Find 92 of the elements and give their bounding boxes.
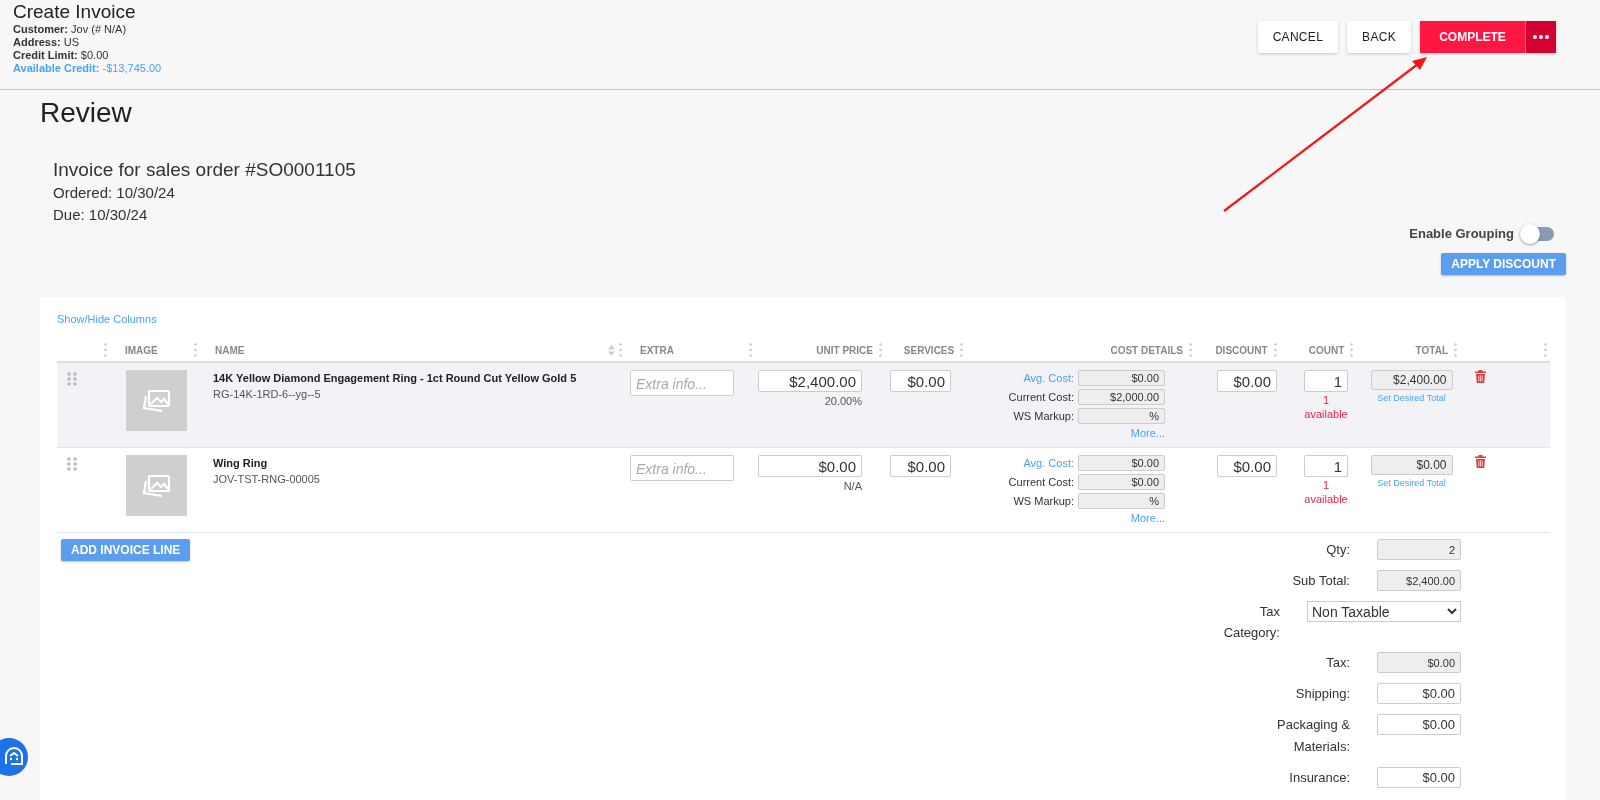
summary-value-field[interactable]: $0.00 bbox=[1377, 652, 1461, 673]
customer-detail: Customer: Jov (# N/A) bbox=[13, 23, 128, 36]
summary-value-field[interactable]: $2,400.00 bbox=[1377, 570, 1461, 591]
summary-input-field[interactable]: $0.00 bbox=[1377, 767, 1461, 788]
section-title: Review bbox=[40, 96, 133, 130]
column-menu-icon[interactable] bbox=[1273, 343, 1277, 357]
services-field[interactable]: $0.00 bbox=[890, 370, 951, 392]
cost-label: WS Markup: bbox=[1012, 495, 1074, 507]
summary-input-field[interactable]: $0.00 bbox=[1377, 714, 1461, 735]
summary-label: Shipping: bbox=[1294, 685, 1350, 703]
page-title: Create Invoice bbox=[13, 1, 137, 23]
column-header: IMAGE bbox=[125, 344, 158, 356]
cost-label: WS Markup: bbox=[1012, 410, 1074, 422]
order-heading: Invoice for sales order #SO0001105 bbox=[53, 158, 356, 182]
image-icon bbox=[141, 387, 172, 414]
count-field[interactable]: 1 bbox=[1304, 370, 1348, 392]
customer-detail: Credit Limit: $0.00 bbox=[13, 49, 110, 62]
summary-label: Sub Total: bbox=[1291, 572, 1350, 590]
summary-label: Insurance: bbox=[1288, 769, 1350, 787]
availability-label: available bbox=[1304, 493, 1348, 505]
extra-info-field[interactable]: Extra info... bbox=[630, 455, 734, 481]
cost-value-field[interactable]: $2,000.00 bbox=[1078, 389, 1165, 405]
count-field[interactable]: 1 bbox=[1304, 455, 1348, 477]
margin-text: N/A bbox=[843, 480, 862, 492]
header-button[interactable]: BACK bbox=[1347, 21, 1411, 53]
column-header: SERVICES bbox=[903, 344, 955, 356]
cost-label: Current Cost: bbox=[1007, 476, 1074, 488]
grouping-toggle[interactable] bbox=[1522, 226, 1554, 241]
discount-field[interactable]: $0.00 bbox=[1217, 370, 1277, 392]
column-menu-icon[interactable] bbox=[1544, 343, 1547, 357]
availability-count: 1 bbox=[1322, 393, 1330, 408]
column-menu-icon[interactable] bbox=[749, 343, 752, 357]
column-menu-icon[interactable] bbox=[879, 343, 882, 357]
unit-price-field[interactable]: $2,400.00 bbox=[758, 370, 862, 392]
services-field[interactable]: $0.00 bbox=[890, 455, 951, 477]
column-header: COST DETAILS bbox=[1110, 344, 1183, 356]
column-header: COUNT bbox=[1308, 344, 1345, 356]
invoice-line-row[interactable] bbox=[57, 363, 1550, 448]
column-menu-icon[interactable] bbox=[194, 343, 197, 357]
more-options-button[interactable] bbox=[1526, 21, 1556, 53]
cost-value-field[interactable]: $0.00 bbox=[1078, 474, 1165, 490]
sort-icon[interactable] bbox=[608, 344, 615, 356]
total-field[interactable]: $0.00 bbox=[1370, 455, 1453, 475]
summary-label: Qty: bbox=[1325, 541, 1350, 559]
column-menu-icon[interactable] bbox=[619, 343, 622, 357]
drag-handle-icon[interactable] bbox=[67, 457, 77, 471]
help-chat-button[interactable] bbox=[0, 738, 28, 776]
column-header: UNIT PRICE bbox=[816, 344, 873, 356]
extra-info-field[interactable]: Extra info... bbox=[630, 370, 734, 396]
cost-value-field[interactable]: % bbox=[1078, 493, 1165, 509]
cost-value-field[interactable]: $0.00 bbox=[1078, 455, 1165, 471]
unit-price-field[interactable]: $0.00 bbox=[758, 455, 862, 477]
summary-label: Tax: bbox=[1325, 654, 1350, 672]
summary-input-field[interactable]: $0.00 bbox=[1377, 683, 1461, 704]
margin-text: 20.00% bbox=[824, 395, 862, 407]
total-field[interactable]: $2,400.00 bbox=[1370, 370, 1453, 390]
discount-field[interactable]: $0.00 bbox=[1217, 455, 1277, 477]
header-button[interactable]: CANCEL bbox=[1257, 21, 1339, 53]
column-header: NAME bbox=[215, 344, 245, 356]
headset-icon bbox=[3, 746, 25, 768]
complete-button[interactable]: COMPLETE bbox=[1420, 21, 1526, 53]
column-menu-icon[interactable] bbox=[1454, 343, 1457, 357]
due-date: Due: 10/30/24 bbox=[53, 205, 148, 225]
item-name: 14K Yellow Diamond Engagement Ring - 1ct Round Cut Yellow Gold 5 bbox=[213, 372, 577, 384]
column-menu-icon[interactable] bbox=[1189, 343, 1192, 357]
grouping-label: Enable Grouping bbox=[1409, 226, 1514, 241]
summary-label: Tax Category: bbox=[1222, 603, 1280, 642]
drag-handle-icon[interactable] bbox=[67, 372, 77, 386]
column-menu-icon[interactable] bbox=[104, 343, 107, 357]
item-sku: JOV-TST-RNG-00005 bbox=[213, 473, 320, 485]
cost-value-field[interactable]: % bbox=[1078, 408, 1165, 424]
column-menu-icon[interactable] bbox=[1350, 343, 1354, 357]
cost-label: Current Cost: bbox=[1007, 391, 1074, 403]
more-icon bbox=[1533, 35, 1549, 39]
summary-label: Packaging & Materials: bbox=[1276, 716, 1350, 756]
column-menu-icon[interactable] bbox=[960, 343, 964, 357]
customer-detail: Available Credit: -$13,745.00 bbox=[13, 62, 162, 75]
delete-icon[interactable] bbox=[1475, 370, 1486, 383]
image-icon bbox=[141, 472, 172, 499]
item-name: Wing Ring bbox=[213, 457, 268, 469]
customer-detail: Address: US bbox=[13, 36, 81, 49]
availability-label: available bbox=[1304, 408, 1348, 420]
column-header: TOTAL bbox=[1415, 344, 1448, 356]
item-sku: RG-14K-1RD-6--yg--5 bbox=[213, 388, 321, 400]
tax-category-select[interactable]: Non Taxable bbox=[1307, 601, 1461, 622]
availability-count: 1 bbox=[1322, 478, 1330, 493]
column-header: EXTRA bbox=[640, 344, 674, 356]
order-date: Ordered: 10/30/24 bbox=[53, 183, 175, 203]
summary-value-field[interactable]: 2 bbox=[1377, 539, 1461, 560]
column-header: DISCOUNT bbox=[1215, 344, 1268, 356]
delete-icon[interactable] bbox=[1475, 455, 1486, 468]
cost-value-field[interactable]: $0.00 bbox=[1078, 370, 1165, 386]
